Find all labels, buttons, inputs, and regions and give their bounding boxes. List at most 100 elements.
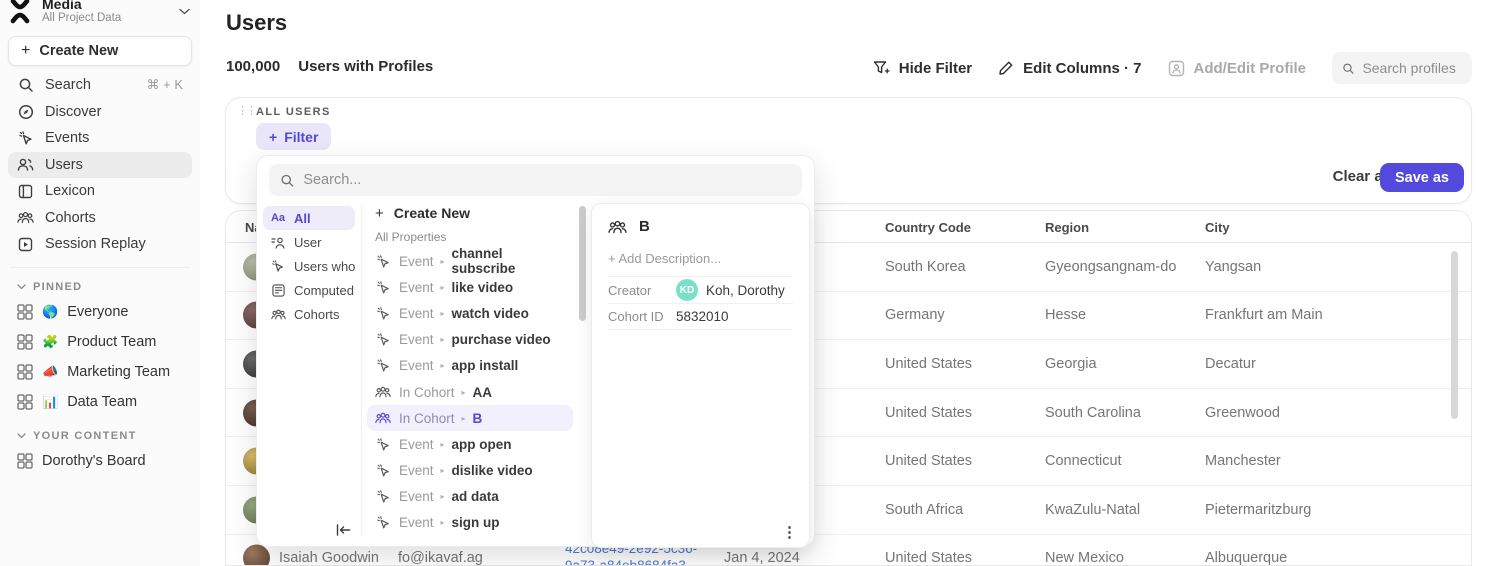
board-grid-icon	[17, 334, 33, 350]
property-item-like-video[interactable]: Event ▸ like video	[367, 274, 573, 300]
property-item-app-open[interactable]: Event ▸ app open	[367, 431, 573, 457]
book-icon	[17, 183, 34, 200]
drag-handle-icon[interactable]: ⋮⋮	[237, 104, 255, 117]
globe-emoji-icon: 🌎	[42, 304, 58, 320]
col-header-city[interactable]: City	[1205, 220, 1230, 235]
caret-right-icon: ▸	[441, 283, 445, 292]
chart-emoji-icon: 📊	[42, 394, 58, 410]
collapse-panel-icon[interactable]	[333, 521, 353, 539]
board-grid-icon	[17, 304, 33, 320]
filter-property-dropdown: Aa All User Users who di... Computed C	[256, 155, 815, 547]
chevron-down-icon	[17, 433, 26, 439]
sidebar-item-session-replay[interactable]: Session Replay	[8, 231, 192, 258]
caret-right-icon: ▸	[441, 335, 445, 344]
category-users-who-did[interactable]: Users who di...	[263, 254, 355, 278]
creator-row: Creator KD Koh, Dorothy	[608, 276, 793, 303]
cohorts-icon	[17, 209, 34, 226]
board-grid-icon	[17, 394, 33, 410]
sidebar-item-cohorts[interactable]: Cohorts	[8, 205, 192, 232]
event-spark-icon	[375, 332, 391, 347]
property-item-cohort-b[interactable]: In Cohort ▸ B	[367, 405, 573, 431]
property-item-channel-subscribe[interactable]: Event ▸ channel subscribe	[367, 248, 573, 274]
sidebar-board-product-team[interactable]: 🧩 Product Team	[8, 327, 192, 357]
plus-icon: +	[21, 42, 30, 60]
dropdown-search-input[interactable]	[303, 172, 791, 188]
workspace-subtitle: All Project Data	[42, 12, 171, 25]
event-spark-icon	[375, 515, 391, 530]
pencil-icon	[998, 60, 1014, 76]
media-x-logo	[6, 0, 34, 25]
filter-funnel-icon	[873, 60, 890, 76]
category-all[interactable]: Aa All	[263, 206, 355, 230]
property-item-sign-up[interactable]: Event ▸ sign up	[367, 510, 573, 536]
sidebar-item-discover[interactable]: Discover	[8, 99, 192, 126]
sidebar-item-events[interactable]: Events	[8, 125, 192, 152]
pinned-section-header[interactable]: PINNED	[8, 277, 192, 297]
sidebar-item-search[interactable]: Search ⌘ + K	[8, 72, 192, 99]
computed-icon	[270, 284, 286, 297]
sidebar-item-lexicon[interactable]: Lexicon	[8, 178, 192, 205]
sidebar-board-marketing-team[interactable]: 📣 Marketing Team	[8, 357, 192, 387]
edit-columns-button[interactable]: Edit Columns · 7	[998, 60, 1141, 77]
sidebar-divider	[10, 267, 190, 268]
property-item-app-install[interactable]: Event ▸ app install	[367, 353, 573, 379]
caret-right-icon: ▸	[462, 414, 466, 423]
table-scrollbar[interactable]	[1451, 251, 1458, 419]
property-item-watch-video[interactable]: Event ▸ watch video	[367, 300, 573, 326]
property-item-dislike-video[interactable]: Event ▸ dislike video	[367, 458, 573, 484]
event-spark-icon	[375, 489, 391, 504]
updated-date: Jan 4, 2024	[724, 550, 800, 566]
add-filter-button[interactable]: + Filter	[256, 123, 331, 150]
caret-right-icon: ▸	[441, 257, 445, 266]
caret-right-icon: ▸	[441, 492, 445, 501]
puzzle-emoji-icon: 🧩	[42, 334, 58, 350]
category-cohorts[interactable]: Cohorts	[263, 302, 355, 326]
workspace-switcher[interactable]: Media All Project Data	[6, 0, 198, 29]
sidebar-board-everyone[interactable]: 🌎 Everyone	[8, 297, 192, 327]
cohorts-icon	[270, 309, 286, 320]
create-new-label: Create New	[39, 43, 118, 59]
property-item-purchase-video[interactable]: Event ▸ purchase video	[367, 327, 573, 353]
dropdown-scrollbar[interactable]	[579, 206, 586, 321]
all-properties-section-label: All Properties	[361, 226, 579, 248]
sidebar-item-users[interactable]: Users	[8, 152, 192, 179]
cohort-id-value: 5832010	[676, 309, 729, 324]
avatar	[243, 545, 270, 566]
more-options-icon[interactable]: ⋮	[782, 523, 797, 541]
sidebar-nav: Search ⌘ + K Discover Events Users Lex	[0, 72, 200, 258]
search-profiles-box[interactable]	[1332, 52, 1472, 84]
create-new-button[interactable]: + Create New	[8, 36, 192, 66]
megaphone-emoji-icon: 📣	[42, 364, 58, 380]
event-spark-icon	[375, 437, 391, 452]
dropdown-category-list: Aa All User Users who di... Computed C	[257, 206, 361, 326]
add-description-link[interactable]: + Add Description...	[592, 235, 809, 276]
replay-icon	[17, 236, 34, 253]
search-profiles-input[interactable]	[1362, 60, 1462, 76]
sidebar-board-dorothys-board[interactable]: Dorothy's Board	[8, 446, 192, 476]
cohort-id-row: Cohort ID 5832010	[608, 303, 793, 330]
save-as-button[interactable]: Save as	[1380, 163, 1464, 192]
dropdown-search-box[interactable]	[269, 164, 802, 196]
cohorts-icon	[375, 412, 391, 424]
dropdown-create-new-button[interactable]: + Create New	[361, 200, 579, 226]
category-computed[interactable]: Computed	[263, 278, 355, 302]
add-edit-profile-button[interactable]: Add/Edit Profile	[1168, 60, 1307, 77]
col-header-region[interactable]: Region	[1045, 220, 1089, 235]
event-spark-icon	[375, 358, 391, 373]
user-email: fo@ikavaf.ag	[398, 550, 483, 566]
cohorts-icon	[375, 386, 391, 398]
your-content-section-header[interactable]: YOUR CONTENT	[8, 426, 192, 446]
user-props-icon	[270, 236, 286, 249]
event-spark-icon	[375, 254, 391, 269]
hide-filter-button[interactable]: Hide Filter	[873, 60, 972, 77]
search-icon	[17, 77, 34, 94]
users-with-profiles-link[interactable]: Users with Profiles	[298, 58, 433, 75]
user-count: 100,000	[226, 58, 280, 75]
property-item-ad-data[interactable]: Event ▸ ad data	[367, 484, 573, 510]
property-item-cohort-aa[interactable]: In Cohort ▸ AA	[367, 379, 573, 405]
category-user[interactable]: User	[263, 230, 355, 254]
compass-icon	[17, 103, 34, 120]
plus-icon: +	[375, 205, 384, 222]
sidebar-board-data-team[interactable]: 📊 Data Team	[8, 387, 192, 417]
col-header-country[interactable]: Country Code	[885, 220, 971, 235]
